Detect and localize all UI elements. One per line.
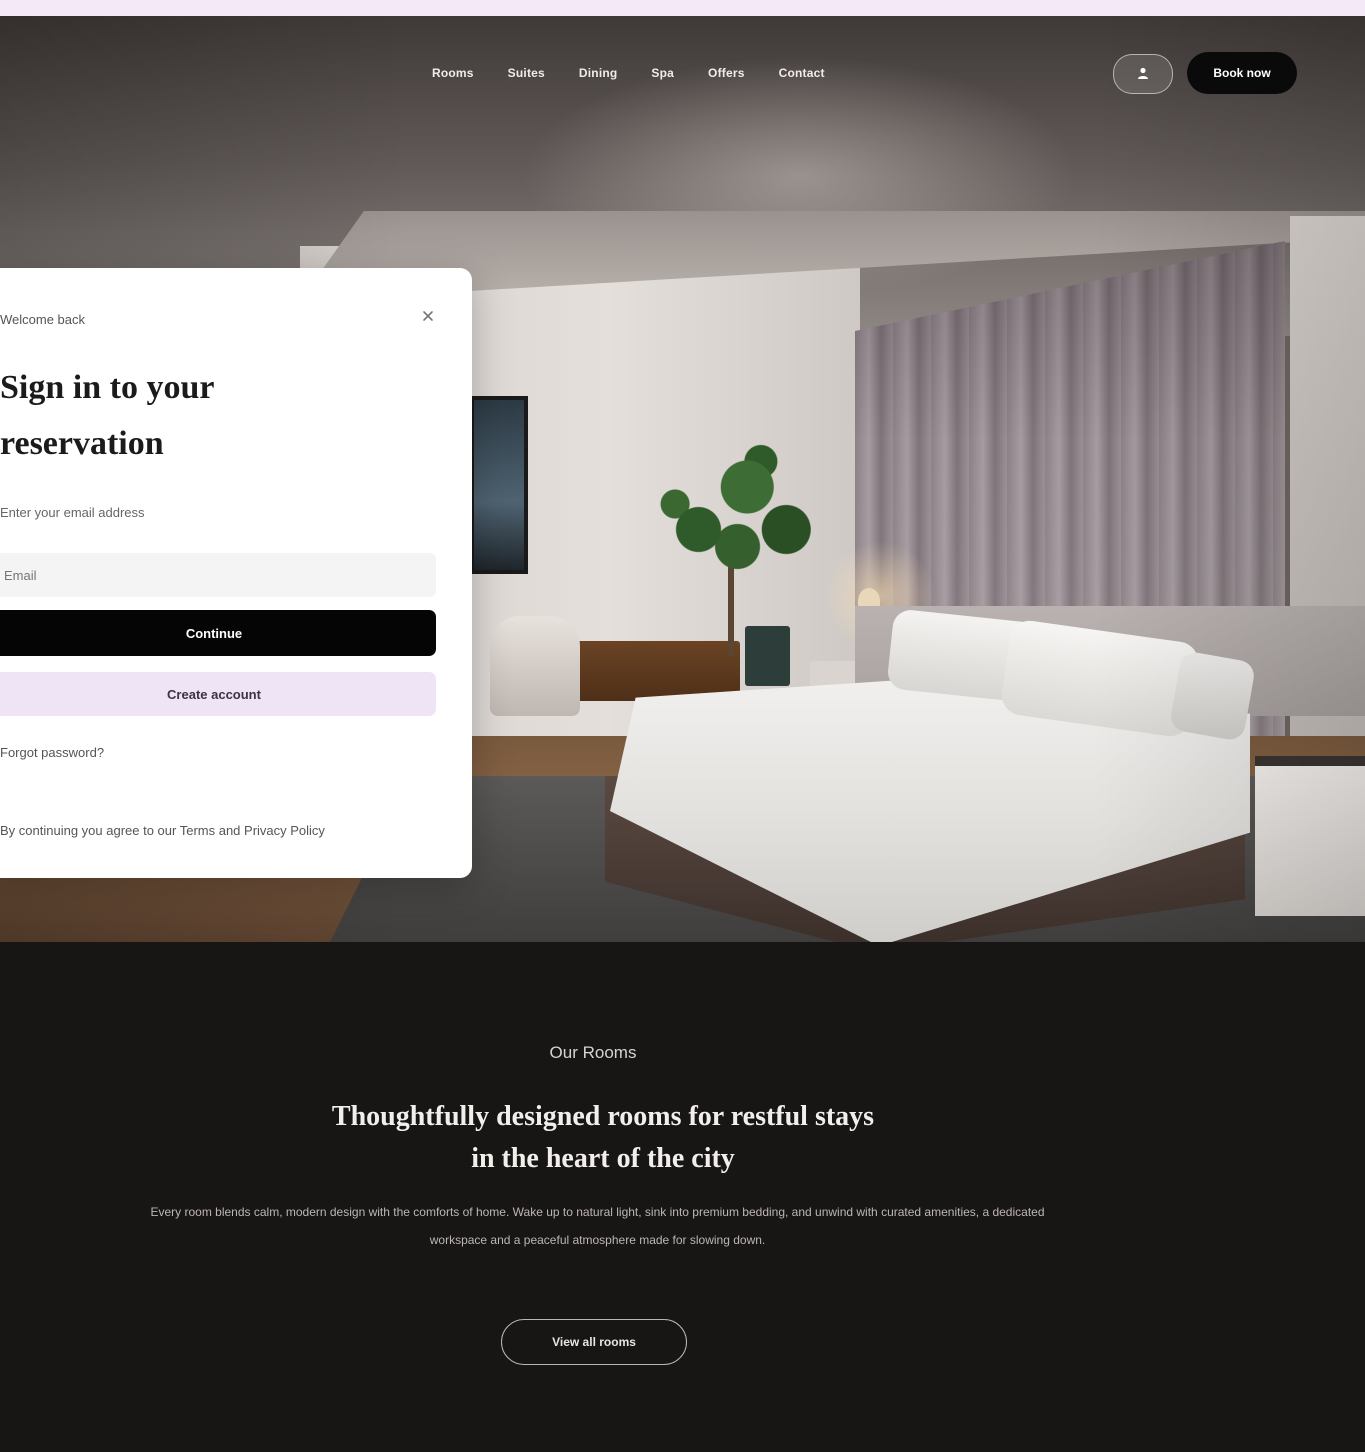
account-button[interactable] [1113,54,1173,94]
nav-link-dining[interactable]: Dining [579,66,618,80]
nav-link-rooms[interactable]: Rooms [432,66,474,80]
modal-title: Sign in to your reservation [0,360,214,472]
forgot-password-link[interactable]: Forgot password? [0,745,104,760]
section-title-line2: in the heart of the city [471,1143,735,1174]
nav-links: Rooms Suites Dining Spa Offers Contact [432,66,825,80]
email-field[interactable] [0,553,436,597]
modal-eyebrow: Welcome back [0,312,86,327]
create-account-button[interactable]: Create account [0,672,436,716]
close-icon[interactable] [416,304,440,328]
user-icon [1136,66,1150,83]
view-rooms-button[interactable]: View all rooms [501,1319,687,1365]
rooms-intro-section: Our Rooms Thoughtfully designed rooms fo… [0,942,1365,1452]
top-nav: Rooms Suites Dining Spa Offers Contact B… [0,16,1365,126]
nav-link-suites[interactable]: Suites [508,66,545,80]
section-title-line1: Thoughtfully designed rooms for restful … [331,1101,875,1132]
top-strip [0,0,1365,16]
section-eyebrow: Our Rooms [549,1043,637,1062]
terms-link[interactable]: By continuing you agree to our Terms and… [0,823,325,838]
modal-title-line2: reservation [0,425,164,462]
modal-title-line1: Sign in to your [0,369,215,406]
sign-in-modal: Welcome back Sign in to your reservation… [0,268,472,878]
continue-button[interactable]: Continue [0,610,436,656]
nav-link-spa[interactable]: Spa [651,66,674,80]
book-now-button[interactable]: Book now [1187,52,1297,94]
modal-subtitle: Enter your email address [0,505,145,520]
section-body: Every room blends calm, modern design wi… [150,1205,1045,1247]
section-title: Thoughtfully designed rooms for restful … [0,1096,1206,1180]
nav-link-contact[interactable]: Contact [779,66,825,80]
nav-link-offers[interactable]: Offers [708,66,745,80]
